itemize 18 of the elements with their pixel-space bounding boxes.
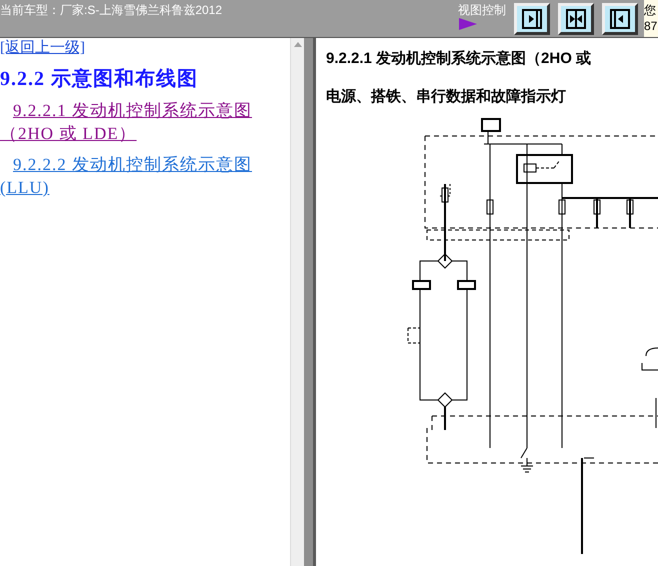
view-control-label: 视图控制	[458, 3, 506, 17]
scroll-up-icon	[294, 42, 302, 47]
section-title: 9.2.2 示意图和布线图	[0, 67, 199, 91]
expand-right-icon	[520, 7, 544, 31]
view-button[interactable]	[602, 3, 638, 35]
expand-left-icon	[608, 7, 632, 31]
side-text: 您	[644, 2, 657, 18]
content-subtitle: 电源、搭铁、串行数据和故障指示灯	[326, 88, 567, 106]
content-title: 9.2.2.1 发动机控制系统示意图（2HO 或	[326, 50, 592, 68]
split-view-icon	[564, 7, 588, 31]
triangle-icon	[458, 17, 478, 31]
side-text: 87	[644, 18, 658, 34]
view-button[interactable]	[558, 3, 594, 35]
back-link[interactable]: [返回上一级]	[0, 39, 85, 57]
car-model-label: 当前车型：厂家:S-上海雪佛兰科鲁兹2012	[0, 2, 222, 19]
chapter-link[interactable]: 9.2.2.2 发动机控制系统示意图 (LLU)	[0, 153, 290, 199]
chapter-link[interactable]: 9.2.2.1 发动机控制系统示意图（2HO 或 LDE）	[0, 99, 290, 145]
view-button[interactable]	[514, 3, 550, 35]
